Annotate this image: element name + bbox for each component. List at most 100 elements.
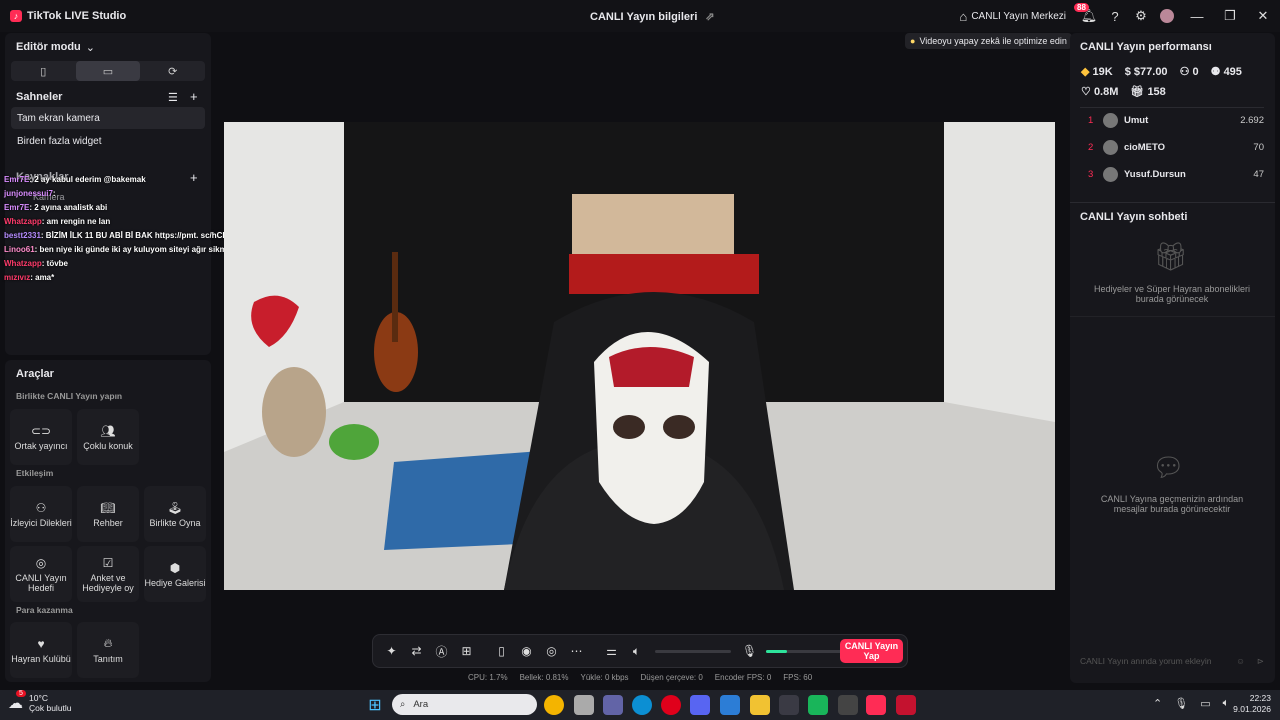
comment-placeholder: CANLI Yayın anında yorum ekleyin — [1080, 656, 1212, 666]
editor-mode-dropdown[interactable]: Editör modu ⌄ — [16, 41, 95, 54]
speaker-icon[interactable]: 🔈︎ — [624, 644, 649, 659]
display-icon[interactable]: ▭ — [1200, 697, 1210, 710]
microphone-icon[interactable]: 🎙︎ — [737, 644, 762, 658]
search-box[interactable]: ⌕ Ara — [392, 694, 537, 715]
fan-club-button[interactable]: ♥ Hayran Kulübü — [10, 622, 72, 678]
close-button[interactable]: ✕ — [1246, 0, 1280, 32]
magic-wand-icon[interactable]: ✦ — [379, 644, 404, 658]
home-icon[interactable]: ⌂ — [955, 0, 971, 32]
live-center-button[interactable]: CANLI Yayın Merkezi — [971, 11, 1066, 22]
comment-input[interactable]: CANLI Yayın anında yorum ekleyin ☺ ⊳ — [1074, 651, 1270, 671]
poll-button[interactable]: ☑ Anket ve Hediyeyle oy — [77, 546, 139, 602]
gift-gallery-button[interactable]: ⬢ Hediye Galerisi — [144, 546, 206, 602]
camera-preview[interactable] — [224, 122, 1055, 590]
list-icon[interactable]: ☰ — [168, 91, 178, 104]
perf-title: CANLI Yayın performansı — [1080, 41, 1212, 53]
clock[interactable]: 22:23 9.01.2026 — [1231, 693, 1271, 715]
landscape-icon[interactable]: ▭ — [75, 61, 141, 81]
tool-label: İzleyici Dilekleri — [10, 517, 72, 528]
chevron-up-icon[interactable]: ⌃ — [1153, 697, 1162, 710]
weather-desc: Çok bulutlu — [29, 703, 72, 713]
windows-start-icon[interactable]: ⊞ — [365, 695, 385, 715]
orientation-selector: ▯ ▭ ⟳ — [11, 61, 205, 81]
live-goal-button[interactable]: ◎ CANLI Yayın Hedefi — [10, 546, 72, 602]
volume-tray-icon[interactable]: 🔈︎ — [1223, 697, 1230, 710]
portrait-icon[interactable]: ▯ — [11, 61, 76, 81]
gift-box-icon: 🎁︎ — [1153, 241, 1189, 272]
settings-sliders-icon[interactable]: ⚌ — [599, 644, 624, 658]
promote-button[interactable]: 🔥︎ Tanıtım — [77, 622, 139, 678]
app-title: TikTok LIVE Studio — [27, 10, 127, 22]
avatar[interactable] — [1154, 0, 1180, 32]
viewers-icon: ⚉ — [1210, 66, 1221, 78]
live-info-label: CANLI Yayın bilgileri — [590, 10, 698, 23]
ai-optimize-tip[interactable]: ● Videoyu yapay zekâ ile optimize edin — [905, 33, 1072, 49]
add-scene-icon[interactable]: + — [190, 89, 198, 104]
edge-icon[interactable] — [632, 695, 652, 715]
earn-title: Para kazanma — [16, 605, 73, 615]
maximize-button[interactable]: ❐ — [1214, 0, 1246, 32]
chrome-icon[interactable] — [544, 695, 564, 715]
stat-cpu: CPU: 1.7% — [468, 673, 508, 682]
chat-user: Linoo61 — [4, 245, 35, 254]
ranking-row[interactable]: 1 Umut 2.692 — [1088, 113, 1264, 128]
opera-icon[interactable] — [661, 695, 681, 715]
multi-guest-button[interactable]: 👥︎ Çoklu konuk — [77, 409, 139, 465]
scene-item-1[interactable]: Birden fazla widget — [11, 130, 205, 152]
add-media-icon[interactable]: ⊞ — [454, 644, 479, 658]
chat-user: bestt2331 — [4, 231, 41, 240]
gift-icon: 🎁︎ — [1130, 86, 1145, 98]
stat-upload: Yükle: 0 kbps — [580, 673, 629, 682]
file-explorer-icon[interactable] — [574, 695, 594, 715]
weather-widget[interactable]: ☁ 5 10°C Çok bulutlu — [8, 690, 72, 713]
phone-icon[interactable]: ▯ — [489, 644, 514, 658]
chat-overlay-message: junjonessui7: — [4, 189, 56, 198]
scene-item-0[interactable]: Tam ekran kamera — [11, 107, 205, 129]
checkbox-icon: ☑ — [102, 555, 114, 570]
mail-icon[interactable] — [720, 695, 740, 715]
screenshot-icon[interactable]: ◎ — [539, 644, 564, 658]
microphone-tray-icon[interactable]: 🎙︎ — [1174, 697, 1188, 710]
flame-icon: 🔥︎ — [103, 636, 113, 650]
volume-slider[interactable] — [655, 649, 731, 653]
search-icon: ⌕ — [400, 699, 406, 710]
stats-bar: CPU: 1.7% Bellek: 0.81% Yükle: 0 kbps Dü… — [468, 673, 812, 682]
chat-message: : 2 ayına analistk abi — [29, 203, 108, 212]
gear-icon[interactable]: ⚙ — [1128, 0, 1154, 32]
folder-icon[interactable] — [750, 695, 770, 715]
go-live-button[interactable]: CANLI Yayın Yap — [840, 639, 903, 663]
ai-icon[interactable]: Ⓐ — [429, 643, 454, 660]
co-host-button[interactable]: ⊂⊃ Ortak yayıncı — [10, 409, 72, 465]
steam-icon[interactable] — [838, 695, 858, 715]
ranking-row[interactable]: 2 cioMETO 70 — [1088, 140, 1264, 155]
dollar-icon: $ — [1124, 65, 1131, 78]
heart-shield-icon: ♥ — [37, 636, 45, 651]
live-info-title[interactable]: CANLI Yayın bilgileri ⇗ — [590, 10, 715, 24]
perf-stats-row-1: ◆ 19K $ $77.00 ⚇ 0 ⚉ 495 — [1081, 65, 1242, 79]
followers-value: 0 — [1192, 66, 1199, 78]
record-icon[interactable]: ◉ — [514, 644, 539, 658]
guide-button[interactable]: 📖︎ Rehber — [77, 486, 139, 542]
app-icon[interactable] — [808, 695, 828, 715]
ranking-row[interactable]: 3 Yusuf.Dursun 47 — [1088, 167, 1264, 182]
teams-icon[interactable] — [603, 695, 623, 715]
rotate-icon[interactable]: ⟳ — [140, 61, 205, 81]
add-source-icon[interactable]: + — [190, 170, 198, 185]
minimize-button[interactable]: — — [1180, 0, 1214, 32]
mic-level-slider[interactable] — [766, 649, 842, 653]
emoji-icon[interactable]: ☺ — [1236, 656, 1245, 666]
revenue-value: $77.00 — [1133, 65, 1168, 78]
play-together-button[interactable]: 🕹︎ Birlikte Oyna — [144, 486, 206, 542]
chrome-active-icon[interactable] — [779, 695, 799, 715]
discord-icon[interactable] — [690, 695, 710, 715]
share-icon[interactable]: ⇗ — [705, 10, 714, 23]
tiktok-icon[interactable] — [866, 695, 886, 715]
control-bar: ✦ ⇄ Ⓐ ⊞ ▯ ◉ ◎ ⋯ ⚌ 🔈︎ 🎙︎ — [372, 634, 908, 668]
help-icon[interactable]: ? — [1102, 0, 1128, 32]
viewer-requests-button[interactable]: ⚇ İzleyici Dilekleri — [10, 486, 72, 542]
more-icon[interactable]: ⋯ — [564, 644, 589, 658]
avatar — [1103, 140, 1118, 155]
send-icon[interactable]: ⊳ — [1257, 656, 1264, 667]
translate-icon[interactable]: ⇄ — [404, 644, 429, 658]
media-player-icon[interactable] — [896, 695, 916, 715]
